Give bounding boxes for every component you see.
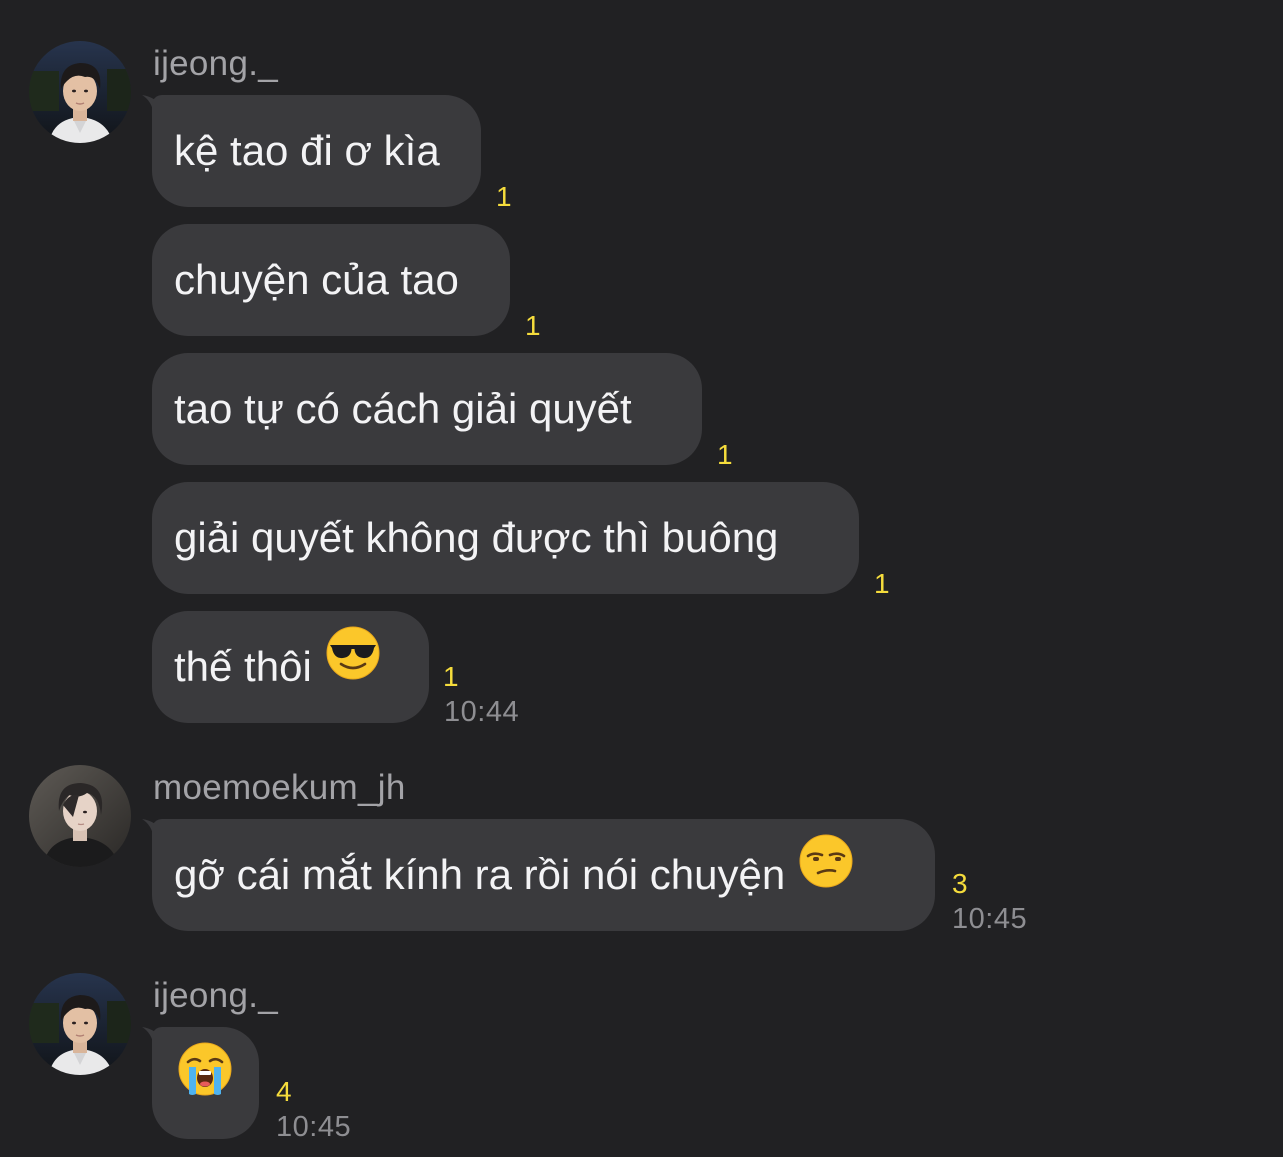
message-text: thế thôi (174, 643, 312, 690)
message-bubble[interactable] (152, 1027, 259, 1139)
message-bubble[interactable]: tao tự có cách giải quyết (152, 353, 702, 465)
profile-photo-icon (29, 765, 131, 867)
sender-username[interactable]: ijeong._ (153, 976, 278, 1016)
unread-count: 1 (525, 310, 541, 341)
profile-photo-icon (29, 41, 131, 143)
chat-message-list[interactable]: ijeong._ kệ tao đi ơ kìa 1 chuyện của ta… (0, 0, 1283, 1157)
avatar[interactable] (29, 765, 131, 867)
avatar[interactable] (29, 973, 131, 1075)
unread-count: 1 (496, 181, 512, 212)
sunglasses-emoji-icon (326, 610, 380, 722)
message-timestamp: 10:45 (952, 903, 1028, 935)
message-timestamp: 10:45 (276, 1111, 352, 1143)
unread-count: 1 (717, 439, 733, 470)
unread-count: 3 (952, 868, 968, 899)
message-text: gỡ cái mắt kính ra rồi nói chuyện (174, 851, 786, 898)
loudly-crying-emoji-icon (178, 1026, 232, 1138)
message-bubble[interactable]: giải quyết không được thì buông (152, 482, 859, 594)
message-text: kệ tao đi ơ kìa (174, 127, 440, 174)
message-text: chuyện của tao (174, 256, 459, 303)
message-timestamp: 10:44 (444, 696, 520, 728)
message-bubble[interactable]: chuyện của tao (152, 224, 510, 336)
message-bubble[interactable]: gỡ cái mắt kính ra rồi nói chuyện (152, 819, 935, 931)
avatar[interactable] (29, 41, 131, 143)
message-text: giải quyết không được thì buông (174, 514, 779, 561)
sender-username[interactable]: ijeong._ (153, 44, 278, 84)
message-bubble[interactable]: thế thôi (152, 611, 429, 723)
sender-username[interactable]: moemoekum_jh (153, 768, 406, 808)
unamused-emoji-icon (799, 818, 853, 930)
unread-count: 1 (874, 568, 890, 599)
message-text: tao tự có cách giải quyết (174, 385, 632, 432)
message-bubble[interactable]: kệ tao đi ơ kìa (152, 95, 481, 207)
profile-photo-icon (29, 973, 131, 1075)
unread-count: 1 (443, 661, 459, 692)
unread-count: 4 (276, 1076, 292, 1107)
